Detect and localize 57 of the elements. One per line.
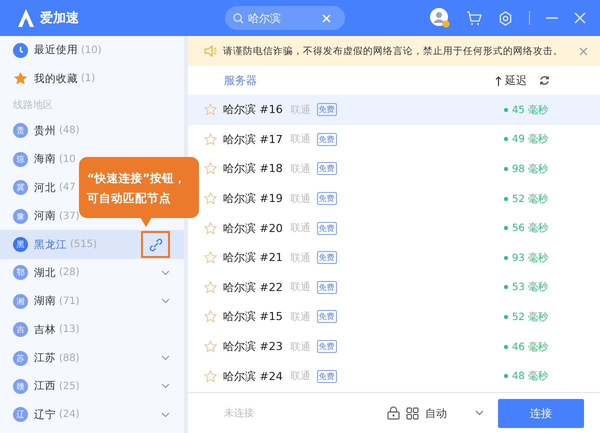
server-name: 哈尔滨 #17 [223, 132, 283, 147]
free-tag: 免费 [316, 251, 337, 264]
isp-label: 联通 [290, 280, 311, 294]
region-badge: 琼 [13, 152, 28, 167]
latency-value: 93 毫秒 [504, 250, 584, 265]
isp-label: 联通 [290, 132, 311, 146]
server-name: 哈尔滨 #20 [223, 220, 283, 236]
region-badge: 鄂 [13, 265, 28, 280]
latency-value: 56 毫秒 [504, 221, 584, 236]
region-badge: 黑 [13, 237, 28, 252]
region-badge: 苏 [13, 350, 28, 366]
server-name: 哈尔滨 #23 [223, 339, 283, 354]
latency-value: 45 毫秒 [504, 102, 584, 117]
latency-value: 48 毫秒 [504, 369, 584, 384]
latency-value: 53 毫秒 [504, 280, 584, 294]
latency-value: 46 毫秒 [504, 340, 584, 354]
free-tag: 免费 [316, 162, 337, 176]
free-tag: 免费 [316, 370, 337, 383]
isp-label: 联通 [290, 222, 311, 236]
free-tag: 免费 [316, 280, 337, 294]
server-name: 哈尔滨 #16 [223, 102, 283, 118]
free-tag: 免费 [316, 192, 337, 206]
notice-text: 请谨防电信诈骗，不得发布虚假的网络言论，禁止用于任何形式的网络攻击。 [223, 44, 563, 58]
isp-label: 联通 [290, 340, 311, 354]
region-badge: 赣 [13, 378, 28, 394]
region-badge: 冀 [13, 180, 28, 196]
free-tag: 免费 [316, 132, 337, 146]
region-badge: 湘 [13, 294, 28, 309]
isp-label: 联通 [290, 162, 311, 176]
server-name: 哈尔滨 #24 [223, 368, 283, 384]
isp-label: 联通 [290, 370, 311, 384]
server-name: 哈尔滨 #21 [223, 250, 283, 266]
latency-value: 98 毫秒 [504, 162, 584, 176]
server-name: 哈尔滨 #15 [223, 309, 283, 324]
latency-value: 52 毫秒 [504, 310, 584, 324]
latency-value: 52 毫秒 [504, 192, 584, 206]
isp-label: 联通 [290, 192, 311, 206]
region-badge: 贵 [13, 123, 28, 138]
free-tag: 免费 [316, 310, 337, 324]
server-name: 哈尔滨 #19 [223, 191, 283, 206]
app-name: 爱加速 [40, 10, 79, 27]
free-tag: 免费 [316, 103, 337, 116]
callout-text: “快速连接”按钮， [87, 170, 188, 186]
isp-label: 联通 [290, 252, 311, 265]
isp-label: 联通 [290, 310, 311, 324]
server-name: 哈尔滨 #18 [223, 161, 283, 176]
latency-value: 49 毫秒 [504, 132, 584, 146]
free-tag: 免费 [316, 222, 337, 235]
region-badge: 吉 [13, 322, 28, 338]
callout-text: 可自动匹配节点 [87, 190, 172, 206]
server-name: 哈尔滨 #22 [223, 280, 283, 295]
region-badge: 豫 [13, 208, 28, 224]
region-badge: 辽 [13, 407, 28, 422]
isp-label: 联通 [290, 104, 311, 117]
section-title: 线路地区 [12, 98, 54, 113]
connection-status: 未连接 [224, 406, 254, 420]
free-tag: 免费 [316, 340, 337, 354]
